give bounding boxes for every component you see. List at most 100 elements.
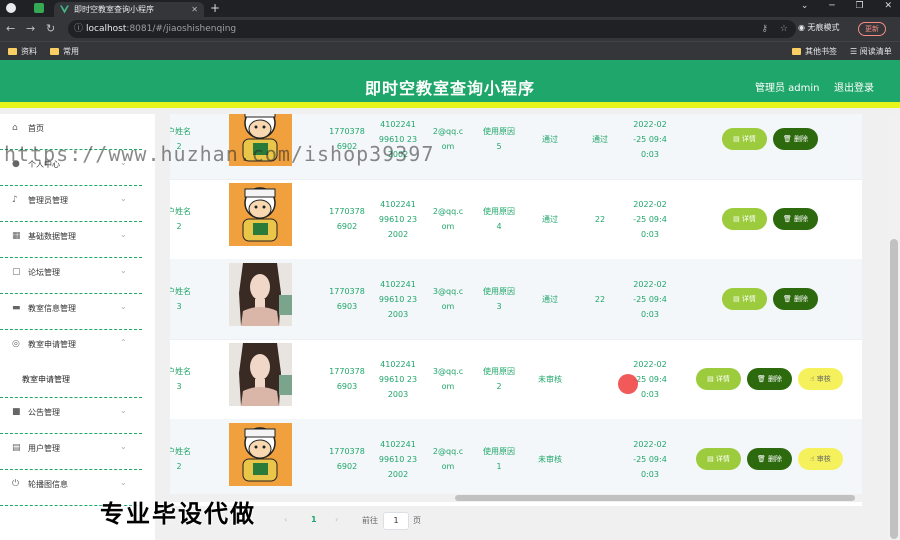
database-icon: ▦: [12, 231, 21, 241]
horizontal-scrollbar[interactable]: [170, 494, 862, 502]
app-header: 即时空教室查询小程序 管理员 admin 退出登录: [0, 60, 900, 108]
sidebar-item-label: 教室申请管理: [28, 340, 76, 349]
folder-icon: [8, 48, 17, 55]
reading-list-icon: ☰: [850, 47, 858, 56]
sidebar-item-users[interactable]: ▤ 用户管理 ⌄: [0, 434, 142, 470]
cell-name: 户姓名 2: [170, 207, 191, 231]
horizontal-scroll-thumb[interactable]: [455, 495, 855, 501]
detail-button[interactable]: ▤ 详情: [722, 288, 767, 310]
cell-email: 2@qq.c om: [432, 447, 464, 471]
cell-name: 户姓名 3: [170, 367, 191, 391]
cell-idcard: 4102241 99610 23 2002: [378, 199, 418, 239]
sidebar-item-label: 首页: [28, 124, 44, 133]
delete-button[interactable]: 🗑 删除: [773, 208, 818, 230]
audit-button[interactable]: ☝ 审核: [798, 368, 843, 390]
back-icon[interactable]: ←: [6, 22, 15, 35]
avatar-image: [229, 423, 292, 486]
cell-time: 2022-02 -25 09:4 0:03: [633, 279, 667, 319]
delete-button[interactable]: 🗑 删除: [773, 128, 818, 150]
mic-icon: ♪: [12, 195, 18, 205]
sidebar-item-label: 用户管理: [28, 444, 60, 453]
cell-idcard: 4102241 99610 23 2003: [378, 359, 418, 399]
bookmarks-bar: 资料 常用 其他书签 ☰ 阅读清单: [0, 41, 900, 60]
info-icon[interactable]: ⓘ: [74, 20, 83, 38]
key-icon[interactable]: ⚷: [761, 20, 768, 38]
table-row: 户姓名 3 1770378 6903 4102241 99610 23 2003 3@…: [170, 259, 862, 340]
chevron-down-icon: ⌄: [120, 302, 127, 311]
goto-label: 前往: [362, 516, 378, 525]
incognito-label: 无痕模式: [807, 23, 840, 32]
sidebar-item-label: 管理员管理: [28, 196, 68, 205]
chevron-down-icon: ⌄: [120, 266, 127, 275]
cell-phone: 1770378 6903: [329, 367, 365, 391]
window-controls[interactable]: ⌄ ─ ❐ ✕: [801, 1, 892, 11]
sidebar-item-basedata[interactable]: ▦ 基础数据管理 ⌄: [0, 222, 142, 258]
browser-tab[interactable]: 即时空教室查询小程序 ✕: [54, 2, 204, 17]
cell-phone: 1770378 6902: [329, 447, 365, 471]
current-page[interactable]: 1: [311, 515, 317, 524]
sidebar-item-label: 论坛管理: [28, 268, 60, 277]
tab-title: 即时空教室查询小程序: [74, 5, 154, 14]
next-page-icon[interactable]: ›: [335, 515, 338, 524]
sidebar-subitem-label: 教室申请管理: [22, 375, 70, 384]
detail-button[interactable]: ▤ 详情: [722, 208, 767, 230]
cell-reason: 使用原因 1: [483, 447, 515, 471]
bookmark-folder[interactable]: 资料: [8, 46, 37, 57]
detail-button[interactable]: ▤ 详情: [722, 128, 767, 150]
table-row: 户姓名 3 1770378 6903 4102241 99610 23 2003 3@…: [170, 339, 862, 420]
delete-button[interactable]: 🗑 删除: [773, 288, 818, 310]
close-tab-icon[interactable]: ✕: [191, 2, 198, 17]
incognito-indicator[interactable]: ◉ 无痕模式: [798, 22, 840, 33]
pinned-tab-icon[interactable]: [34, 3, 44, 13]
cell-status: 未审核: [538, 454, 562, 464]
detail-button[interactable]: ▤ 详情: [696, 448, 741, 470]
github-icon[interactable]: [6, 3, 16, 13]
cell-name: 户姓名 3: [170, 287, 191, 311]
bookmark-label: 其他书签: [805, 47, 837, 56]
goto-page-input[interactable]: 1: [383, 512, 409, 530]
forward-icon[interactable]: →: [26, 22, 35, 35]
audit-button[interactable]: ☝ 审核: [798, 448, 843, 470]
cell-email: 3@qq.c om: [432, 287, 464, 311]
reload-icon[interactable]: ↻: [46, 22, 55, 35]
logout-link[interactable]: 退出登录: [834, 79, 874, 94]
mouse-cursor-indicator: [618, 374, 638, 394]
delete-button[interactable]: 🗑 删除: [747, 368, 792, 390]
cell-phone: 1770378 6902: [329, 207, 365, 231]
prev-page-icon[interactable]: ‹: [284, 515, 287, 524]
sidebar-item-forum[interactable]: ▢ 论坛管理 ⌄: [0, 258, 142, 294]
sidebar-item-apply[interactable]: ◎ 教室申请管理 ⌃: [0, 330, 142, 366]
vertical-scroll-thumb[interactable]: [890, 239, 898, 539]
address-bar-row: ← → ↻ ⓘ localhost:8081/#/jiaoshishenqing…: [0, 17, 900, 41]
cell-email: 2@qq.c om: [432, 207, 464, 231]
sidebar-subitem-apply-manage[interactable]: 教室申请管理: [0, 366, 142, 398]
new-tab-icon[interactable]: +: [210, 1, 220, 15]
cell-name: 户姓名 2: [170, 447, 191, 471]
chevron-down-icon: ⌄: [120, 442, 127, 451]
vertical-scrollbar[interactable]: [888, 114, 900, 540]
star-icon[interactable]: ☆: [780, 20, 788, 38]
cell-time: 2022-02 -25 09:4 0:03: [633, 199, 667, 239]
update-button[interactable]: 更新: [858, 22, 886, 36]
promo-text: 专业毕设代做: [100, 500, 256, 528]
detail-button[interactable]: ▤ 详情: [696, 368, 741, 390]
cell-idcard: 4102241 99610 23 2002: [378, 439, 418, 479]
apply-icon: ◎: [12, 339, 20, 349]
sidebar-item-label: 教室信息管理: [28, 304, 76, 313]
url-field[interactable]: ⓘ localhost:8081/#/jiaoshishenqing ⚷ ☆: [68, 20, 796, 38]
bookmark-folder[interactable]: 常用: [50, 46, 79, 57]
delete-button[interactable]: 🗑 删除: [747, 448, 792, 470]
sidebar-item-admins[interactable]: ♪ 管理员管理 ⌄: [0, 186, 142, 222]
users-icon: ▤: [12, 443, 21, 453]
bookmark-folder[interactable]: 其他书签: [792, 46, 837, 57]
reading-list[interactable]: ☰ 阅读清单: [850, 46, 892, 57]
incognito-icon: ◉: [798, 23, 805, 32]
folder-icon: [50, 48, 59, 55]
avatar-image: [229, 183, 292, 246]
sidebar-item-notice[interactable]: ■ 公告管理 ⌄: [0, 398, 142, 434]
sidebar-item-classroom[interactable]: ▬ 教室信息管理 ⌄: [0, 294, 142, 330]
sidebar-item-label: 基础数据管理: [28, 232, 76, 241]
classroom-icon: ▬: [12, 303, 21, 313]
bookmark-label: 常用: [63, 47, 79, 56]
chevron-down-icon: ⌄: [120, 194, 127, 203]
